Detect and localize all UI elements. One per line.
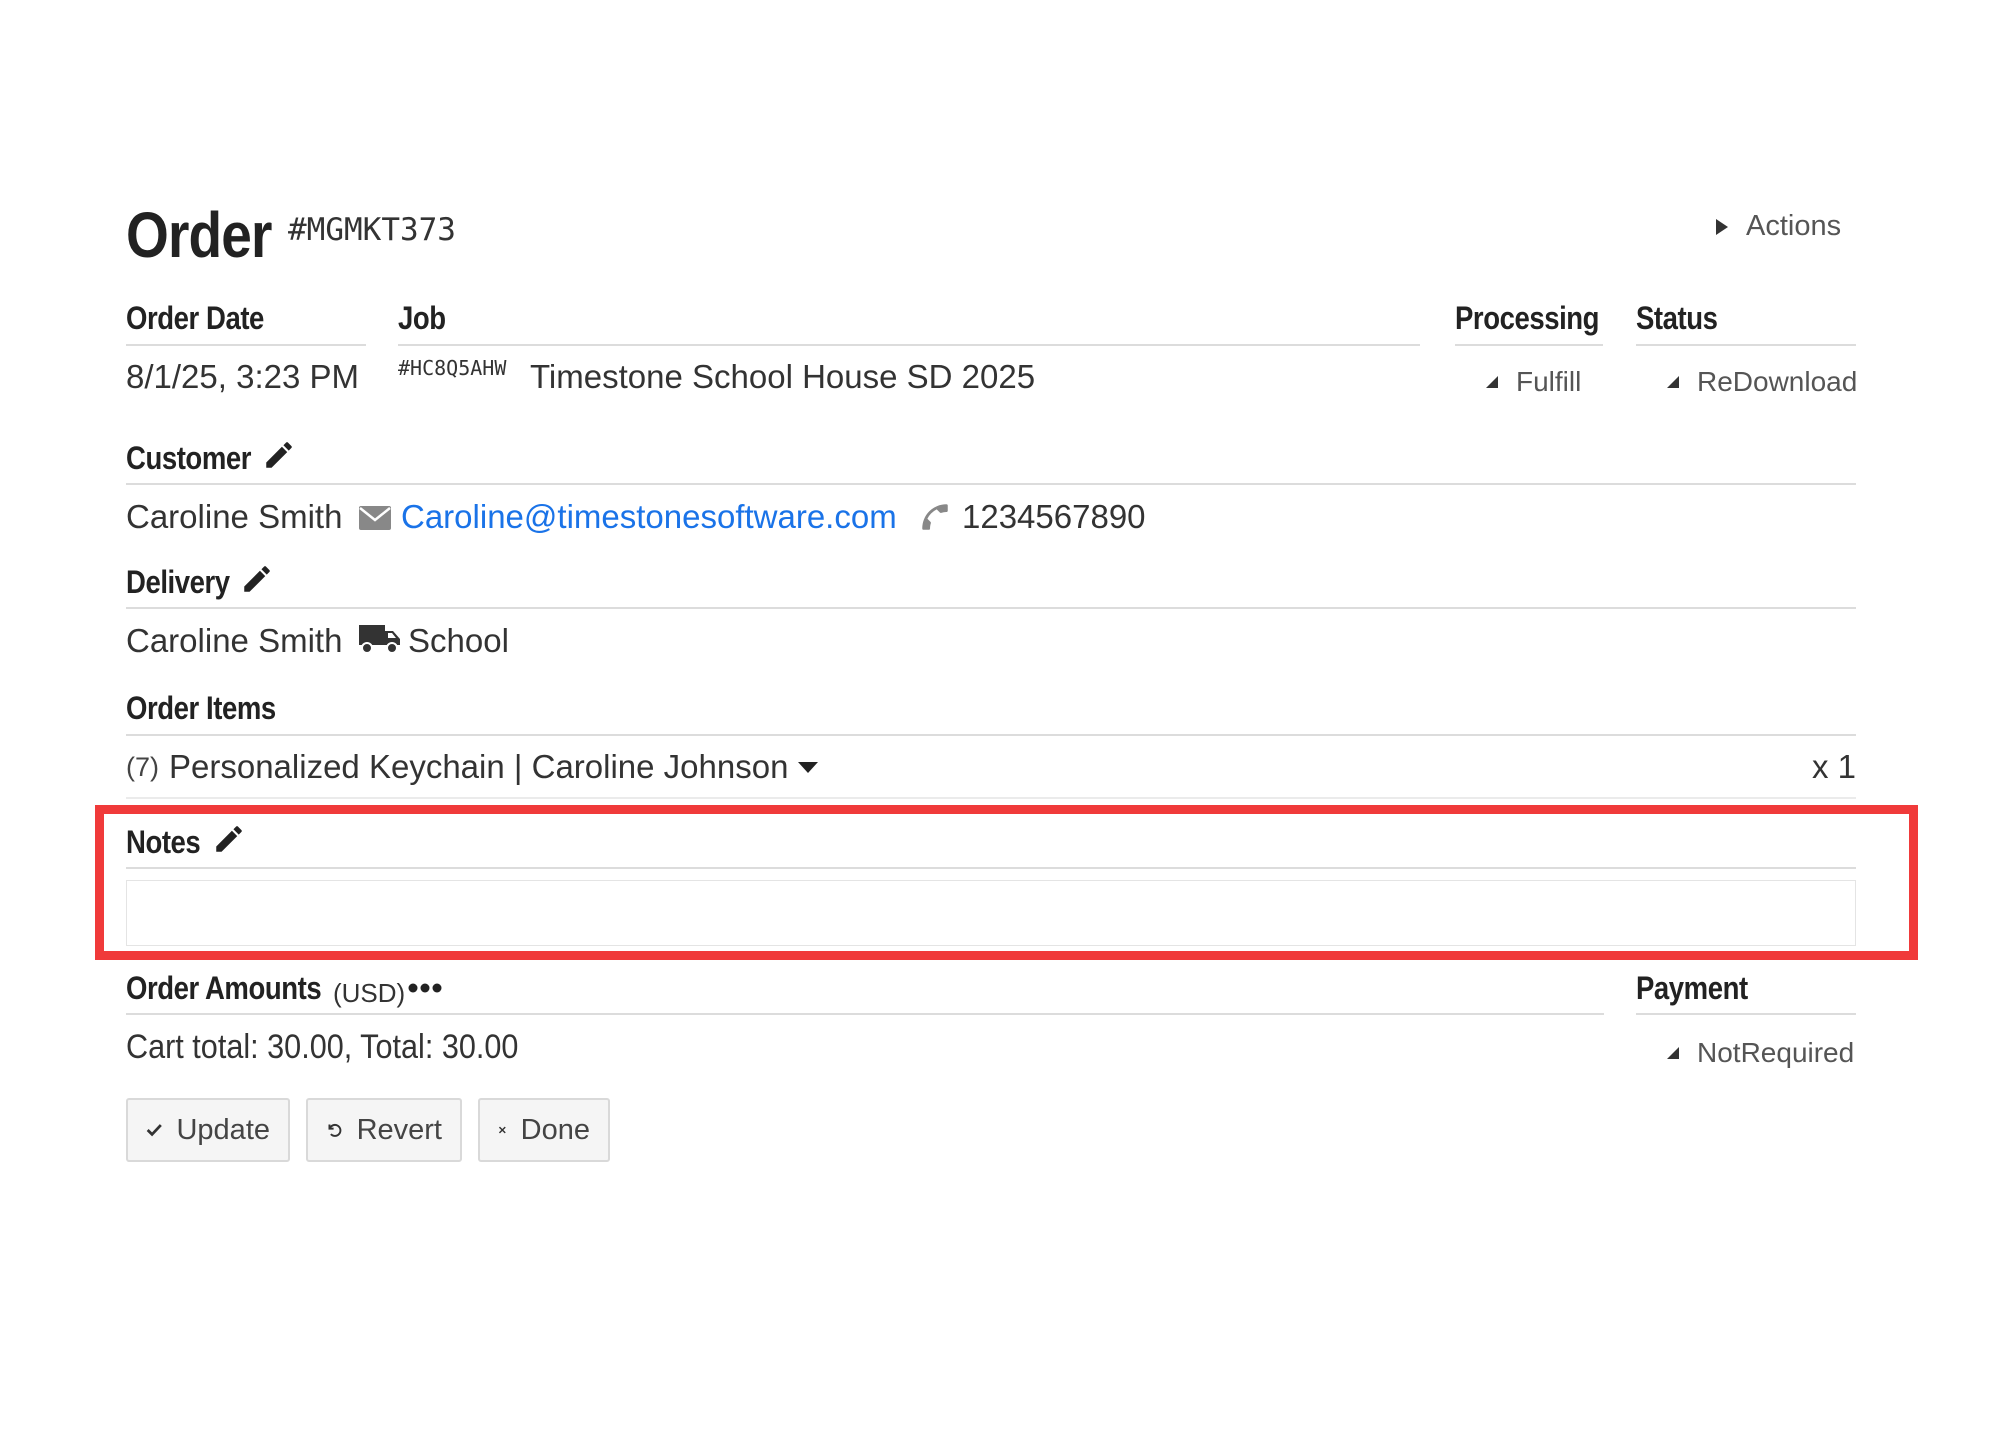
order-item-quantity: x 1: [1812, 748, 1857, 785]
order-amounts-header: Order Amounts: [126, 970, 322, 1006]
divider: [126, 344, 366, 346]
caret-down-right-icon: [1667, 376, 1679, 388]
status-dropdown[interactable]: ReDownload: [1667, 366, 1857, 398]
phone-icon: [922, 504, 948, 530]
caret-right-icon: [1716, 218, 1728, 235]
job-header: Job: [398, 300, 446, 336]
pencil-icon[interactable]: [240, 562, 274, 596]
divider: [126, 867, 1856, 869]
divider: [1455, 344, 1603, 346]
caret-down-right-icon: [1486, 376, 1498, 388]
close-icon: [498, 1126, 506, 1134]
order-item-row[interactable]: (7) Personalized Keychain | Caroline Joh…: [126, 748, 819, 786]
currency-label: (USD): [333, 978, 406, 1008]
divider: [126, 734, 1856, 736]
order-date-value: 8/1/25, 3:23 PM: [126, 358, 359, 395]
caret-down-right-icon: [1667, 1047, 1679, 1059]
actions-label: Actions: [1746, 210, 1842, 242]
processing-value: Fulfill: [1516, 366, 1582, 397]
processing-dropdown[interactable]: Fulfill: [1486, 366, 1581, 398]
delivery-name: Caroline Smith: [126, 622, 343, 659]
customer-name: Caroline Smith: [126, 498, 343, 535]
divider: [126, 797, 1856, 799]
divider: [126, 1013, 1604, 1015]
update-button[interactable]: Update: [126, 1098, 290, 1162]
notes-header: Notes: [126, 824, 201, 860]
divider: [1636, 344, 1856, 346]
order-item-count: (7): [126, 751, 159, 782]
revert-label: Revert: [356, 1113, 442, 1146]
envelope-icon: [359, 506, 391, 530]
done-label: Done: [520, 1113, 590, 1146]
revert-button[interactable]: Revert: [306, 1098, 462, 1162]
more-icon[interactable]: [408, 982, 442, 994]
job-name: Timestone School House SD 2025: [530, 358, 1036, 395]
truck-icon: [359, 625, 400, 654]
pencil-icon[interactable]: [212, 822, 246, 856]
customer-email-link[interactable]: Caroline@timestonesoftware.com: [401, 498, 897, 536]
customer-phone: 1234567890: [962, 498, 1146, 535]
processing-header: Processing: [1455, 300, 1600, 336]
status-value: ReDownload: [1697, 366, 1858, 397]
order-item-description: Personalized Keychain | Caroline Johnson: [169, 748, 789, 785]
order-amounts-summary: Cart total: 30.00, Total: 30.00: [126, 1028, 519, 1066]
undo-icon: [328, 1123, 342, 1137]
divider: [398, 344, 1420, 346]
check-icon: [146, 1124, 162, 1137]
divider: [1636, 1013, 1856, 1015]
payment-header: Payment: [1636, 970, 1748, 1006]
caret-down-icon[interactable]: [798, 761, 819, 773]
delivery-header: Delivery: [126, 564, 230, 600]
job-code: #HC8Q5AHW: [398, 356, 507, 380]
customer-header: Customer: [126, 440, 252, 476]
pencil-icon[interactable]: [262, 438, 296, 472]
order-date-header: Order Date: [126, 300, 264, 336]
update-label: Update: [176, 1113, 270, 1146]
divider: [126, 607, 1856, 609]
status-header: Status: [1636, 300, 1718, 336]
divider: [126, 483, 1856, 485]
order-id: #MGMKT373: [288, 212, 456, 248]
delivery-method: School: [408, 622, 509, 659]
order-items-header: Order Items: [126, 690, 276, 726]
payment-value: NotRequired: [1697, 1037, 1855, 1068]
notes-field[interactable]: [126, 880, 1856, 946]
actions-menu[interactable]: Actions: [1716, 210, 1841, 243]
payment-dropdown[interactable]: NotRequired: [1667, 1037, 1854, 1069]
page-title: Order: [126, 199, 272, 271]
done-button[interactable]: Done: [478, 1098, 610, 1162]
